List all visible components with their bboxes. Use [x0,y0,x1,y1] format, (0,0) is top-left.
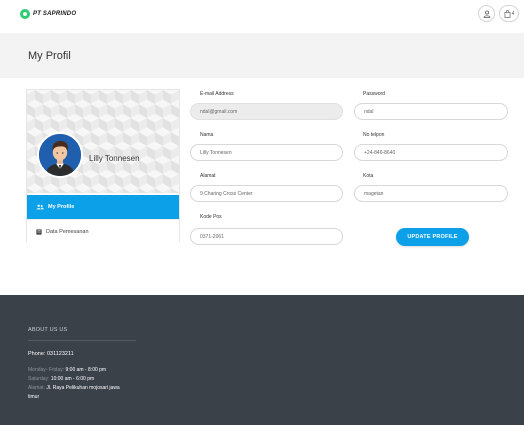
city-field[interactable]: magetan [354,185,508,202]
password-field[interactable]: ndal [354,103,508,120]
password-label: Password [363,91,385,97]
footer-hours-weekday: Monday- Friday: 9:00 am - 8:00 pm [28,367,106,373]
sidebar-item-label: Data Pemesanan [46,228,89,235]
page-title: My Profil [28,50,71,62]
address-label: Alamat [200,173,216,179]
users-icon [36,204,44,210]
user-account-button[interactable] [478,5,495,22]
footer-about-title: ABOUT US US [28,327,68,333]
profile-name: Lilly Tonnesen [89,154,140,163]
footer-address: Alamat: Jl. Raya Pelikuhan mojosari jawa [28,385,120,391]
phone-label: No telpon [363,132,385,138]
brand-name: PT SAPRINDO [33,11,77,17]
footer-address-label: Alamat: [28,385,45,391]
cart-count-badge: 4 [511,10,515,17]
logo-icon [20,9,30,19]
footer-hours-weekday-value: 9:00 am - 8:00 pm [65,367,107,373]
footer-hours-saturday-label: Saturday: [28,376,50,382]
update-profile-button[interactable]: UPDATE PROFILE [396,228,469,246]
sidebar-item-data-pemesanan[interactable]: Data Pemesanan [27,219,179,243]
phone-field[interactable]: +24-846-8640 [354,144,508,161]
name-field[interactable]: Lilly Tonnesen [190,144,343,161]
name-label: Nama [200,132,214,138]
email-label: E-mail Address [200,91,234,97]
file-icon [36,228,42,235]
brand-logo[interactable]: PT SAPRINDO [20,9,76,19]
footer-address-value: Jl. Raya Pelikuhan mojosari jawa [46,385,120,391]
email-field[interactable]: ndal@gmail.com [190,103,343,120]
page-header: My Profil [0,33,524,78]
user-icon [483,5,491,23]
top-navbar: PT SAPRINDO 4 [0,0,524,30]
shopping-bag-icon [504,5,511,23]
sidebar-item-my-profile[interactable]: My Profile [27,195,179,219]
footer: ABOUT US US Phone: 031123211 Monday- Fri… [0,295,524,425]
postal-code-field[interactable]: 0371-2061 [190,228,343,245]
cart-button[interactable]: 4 [499,5,519,22]
profile-card: Lilly Tonnesen My Profile Data Pemesanan [26,89,180,243]
footer-hours-saturday-value: 10:00 am - 6:00 pm [50,376,95,382]
avatar [37,132,83,178]
footer-divider [28,340,136,341]
footer-hours-weekday-label: Monday- Friday: [28,367,65,373]
city-label: Kota [363,173,374,179]
postal-code-label: Kode Pos [200,214,222,220]
footer-phone: Phone: 031123211 [28,351,74,357]
footer-address-value-line-2: timur [28,394,40,400]
sidebar-item-label: My Profile [48,204,75,210]
address-field[interactable]: 9 Charing Cross Center [190,185,343,202]
footer-hours-saturday: Saturday: 10:00 am - 6:00 pm [28,376,94,382]
